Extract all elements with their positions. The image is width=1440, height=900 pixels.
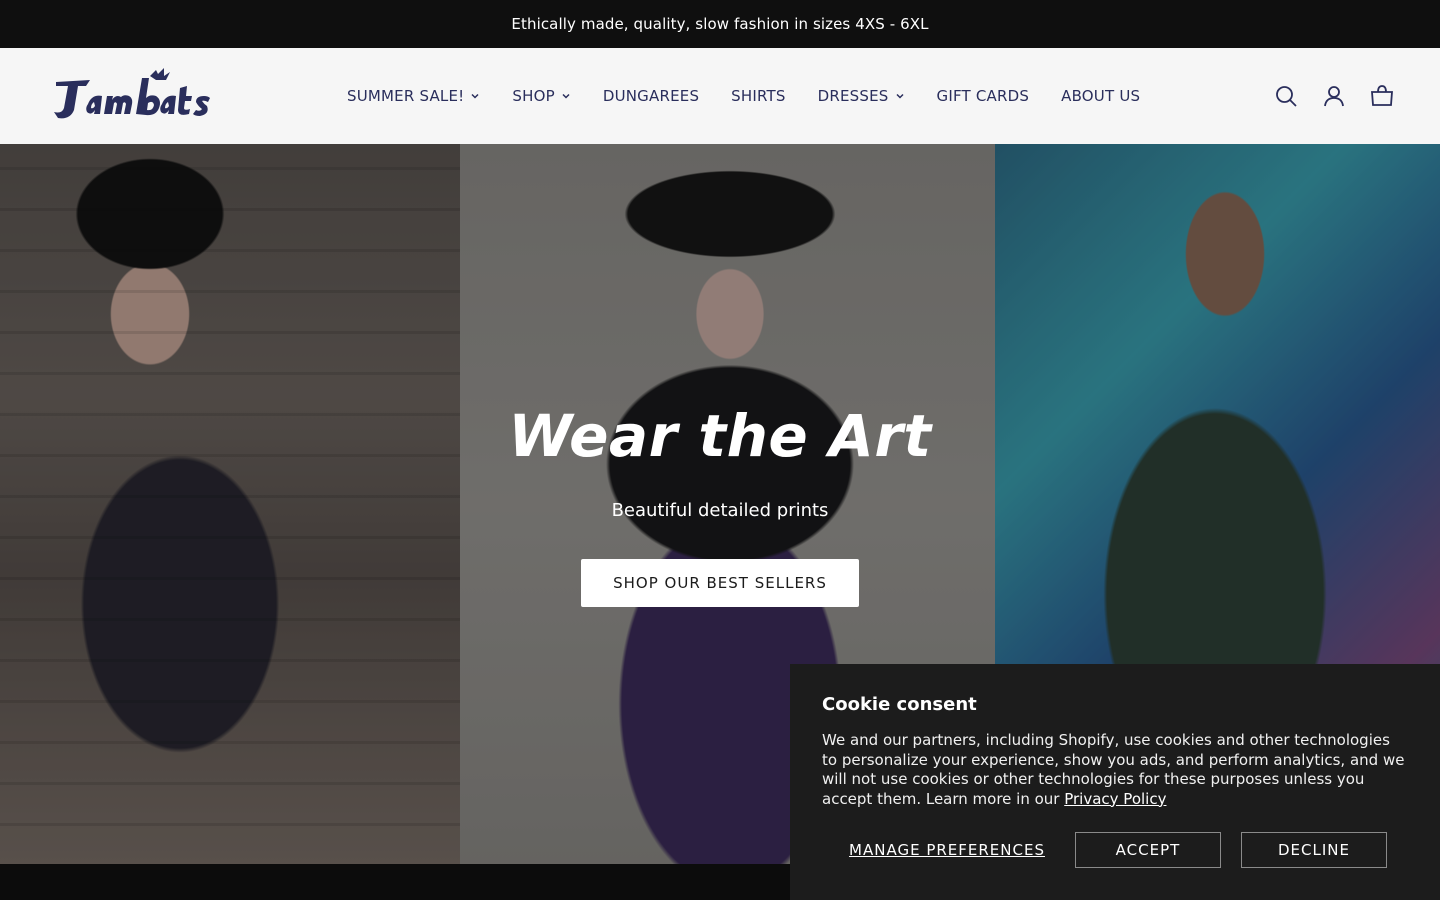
nav-item-label: SHOP: [512, 87, 555, 105]
shop-best-sellers-button[interactable]: SHOP OUR BEST SELLERS: [581, 559, 859, 607]
nav-item-label: ABOUT US: [1061, 87, 1141, 105]
cookie-consent-banner: Cookie consent We and our partners, incl…: [790, 664, 1440, 900]
privacy-policy-link[interactable]: Privacy Policy: [1064, 790, 1166, 808]
nav-item-label: SUMMER SALE!: [347, 87, 465, 105]
chevron-down-icon: [896, 93, 904, 99]
main-nav: SUMMER SALE! SHOP DUNGAREES SHIRTS DRESS…: [347, 48, 1172, 144]
search-icon[interactable]: [1274, 84, 1298, 108]
announcement-text: Ethically made, quality, slow fashion in…: [511, 15, 929, 33]
nav-item-summer-sale[interactable]: SUMMER SALE!: [347, 87, 480, 105]
nav-item-shop[interactable]: SHOP: [512, 87, 570, 105]
nav-item-gift-cards[interactable]: GIFT CARDS: [937, 87, 1030, 105]
announcement-bar: Ethically made, quality, slow fashion in…: [0, 0, 1440, 48]
nav-item-about-us[interactable]: ABOUT US: [1061, 87, 1140, 105]
hero-title: Wear the Art: [508, 402, 932, 470]
hero-subtitle: Beautiful detailed prints: [611, 500, 829, 521]
nav-item-label: GIFT CARDS: [936, 87, 1030, 105]
nav-item-label: DRESSES: [817, 87, 889, 105]
brand-logo[interactable]: [50, 66, 212, 126]
cookie-body: We and our partners, including Shopify, …: [822, 731, 1408, 809]
nav-item-dungarees[interactable]: DUNGAREES: [603, 87, 699, 105]
jambats-logo-icon: [54, 68, 210, 119]
nav-item-dresses[interactable]: DRESSES: [818, 87, 905, 105]
account-icon[interactable]: [1322, 84, 1346, 108]
accept-button[interactable]: ACCEPT: [1075, 832, 1221, 868]
nav-item-label: DUNGAREES: [602, 87, 700, 105]
chevron-down-icon: [471, 93, 479, 99]
site-header: SUMMER SALE! SHOP DUNGAREES SHIRTS DRESS…: [0, 48, 1440, 144]
chevron-down-icon: [562, 93, 570, 99]
header-actions: [1274, 48, 1394, 144]
cookie-title: Cookie consent: [822, 694, 977, 715]
cart-icon[interactable]: [1370, 84, 1394, 108]
decline-button[interactable]: DECLINE: [1241, 832, 1387, 868]
cookie-actions: MANAGE PREFERENCES ACCEPT DECLINE: [822, 832, 1392, 868]
manage-preferences-button[interactable]: MANAGE PREFERENCES: [822, 832, 1072, 868]
nav-item-label: SHIRTS: [731, 87, 786, 105]
nav-item-shirts[interactable]: SHIRTS: [731, 87, 785, 105]
